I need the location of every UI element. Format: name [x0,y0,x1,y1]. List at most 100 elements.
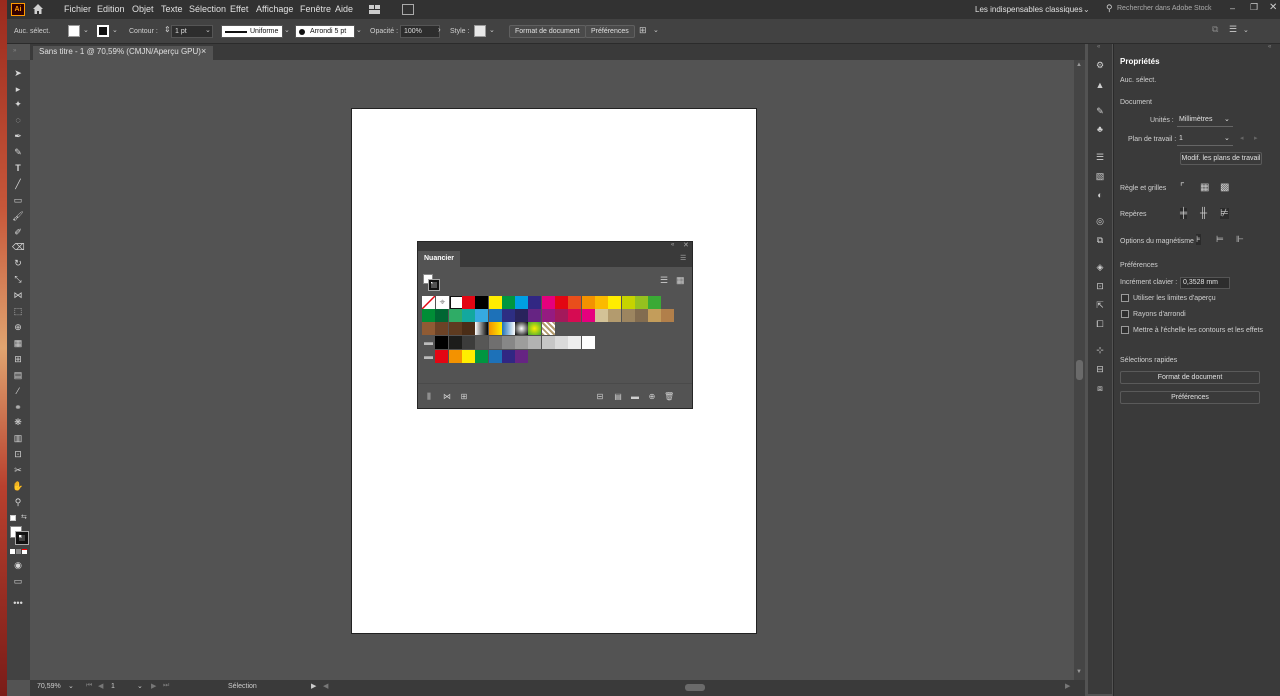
swatch-color[interactable] [568,309,582,322]
swatch-color[interactable] [448,309,462,322]
swatch-gradient[interactable] [501,322,515,335]
stroke-swatch[interactable] [97,25,109,37]
swatch-color[interactable] [555,296,568,309]
swatch-color[interactable] [475,296,489,309]
thumbnail-view-icon[interactable]: ▦ [676,275,685,286]
opacity-field[interactable]: 100% [400,25,440,38]
symbols-panel-icon[interactable]: ♣ [1094,124,1106,135]
swatch-color[interactable] [621,309,635,322]
workspace-switcher[interactable]: Les indispensables classiques [975,5,1083,14]
show-swatch-kinds-icon[interactable]: ⋈ [442,392,452,402]
slice-tool-icon[interactable]: ✂ [12,465,24,476]
transparency-grid-icon[interactable]: ▩ [1220,182,1229,193]
layers-panel-icon[interactable]: ◈ [1094,262,1106,273]
dock-collapse-icon[interactable]: « [1097,44,1100,50]
swatch-color[interactable] [488,309,502,322]
align-panel-icon[interactable]: ⊞ [639,25,647,36]
swatch-color[interactable] [621,296,635,309]
prev-artboard-arrow-icon[interactable]: ◂ [1240,134,1244,142]
swatch-gray[interactable] [435,336,449,349]
swatch-libraries-icon[interactable]: ⫼ [424,392,434,402]
transform-panel-icon[interactable]: ⊹ [1094,345,1106,356]
hand-tool-icon[interactable]: ✋ [12,481,24,492]
stroke-chevron-icon[interactable]: ⌄ [112,26,118,34]
status-menu-icon[interactable]: ▶ [311,682,316,690]
swatch-color[interactable] [634,296,648,309]
rotate-tool-icon[interactable]: ↻ [12,258,24,269]
swatch-color[interactable] [435,322,449,335]
snap-to-grid-icon[interactable]: ⊨ [1216,234,1224,245]
swatch-color[interactable] [608,309,622,322]
maximize-icon[interactable]: ❐ [1250,2,1258,13]
scroll-down-icon[interactable]: ▼ [1076,669,1082,675]
preview-bounds-checkbox[interactable] [1121,294,1129,302]
props-collapse-icon[interactable]: « [1268,44,1271,50]
swatch-color[interactable] [422,309,435,322]
brushes-panel-icon[interactable]: ✎ [1094,106,1106,117]
swatch-color[interactable] [515,296,529,309]
swatch-gray[interactable] [501,336,515,349]
hscroll-right-icon[interactable]: ▶ [1065,682,1070,690]
column-graph-tool-icon[interactable]: ▥ [12,433,24,444]
menu-edition[interactable]: Edition [97,4,125,14]
menu-objet[interactable]: Objet [132,4,154,14]
swatch-color[interactable] [541,296,555,309]
swatch-bright[interactable] [515,350,529,363]
opacity-arrow-icon[interactable]: › [438,25,441,34]
horizontal-scroll-thumb[interactable] [685,684,705,691]
rectangle-tool-icon[interactable]: ▭ [12,195,24,206]
menu-texte[interactable]: Texte [161,4,183,14]
swatch-none[interactable] [421,295,436,310]
swatch-color[interactable] [661,309,675,322]
zoom-tool-icon[interactable]: ⚲ [12,497,24,508]
swatch-gradient[interactable] [475,322,489,335]
snap-to-pixel-icon[interactable]: ⊩ [1236,234,1244,245]
menu-selection[interactable]: Sélection [189,4,226,14]
graphic-styles-panel-icon[interactable]: ⧉ [1094,235,1106,246]
next-artboard-arrow-icon[interactable]: ▸ [1254,134,1258,142]
default-colors-icon[interactable] [10,515,16,521]
swatch-gradient[interactable] [488,322,502,335]
rounded-corners-checkbox[interactable] [1121,310,1129,318]
swatch-color[interactable] [515,309,529,322]
fill-chevron-icon[interactable]: ⌄ [83,26,89,34]
swatch-gray[interactable] [475,336,489,349]
swatch-gray[interactable] [541,336,555,349]
paintbrush-tool-icon[interactable]: 🖌 [12,211,24,222]
draw-mode-icon[interactable]: ◉ [12,560,24,571]
fill-swatch[interactable] [68,25,80,37]
rulers-icon[interactable]: ⌜ [1180,182,1185,193]
none-mode-icon[interactable] [22,549,27,554]
swatches-menu-icon[interactable]: ☰ [680,254,686,262]
export-panel-icon[interactable]: ⇱ [1094,300,1106,311]
swatches-panel-titlebar[interactable]: « ✕ [418,242,692,251]
eyedropper-tool-icon[interactable]: ⁄ [12,386,24,397]
swatch-color[interactable] [581,309,595,322]
close-window-icon[interactable]: ✕ [1269,2,1277,13]
menu-affichage[interactable]: Affichage [256,4,293,14]
smart-guides-icon[interactable]: ⊭ [1220,208,1229,219]
menu-fenetre[interactable]: Fenêtre [300,4,331,14]
swatch-registration[interactable]: ⌖ [436,296,449,309]
stroke-weight-chevron-icon[interactable]: ⌄ [205,26,211,34]
swatch-gradient[interactable] [528,322,542,335]
swatch-gray[interactable] [528,336,542,349]
blob-brush-tool-icon[interactable]: ✐ [12,227,24,238]
screen-mode-icon[interactable]: ▭ [12,576,24,587]
curvature-tool-icon[interactable]: ✎ [12,147,24,158]
symbol-sprayer-tool-icon[interactable]: ❋ [12,417,24,428]
swatch-gray[interactable] [515,336,529,349]
zoom-chevron-icon[interactable]: ⌄ [68,682,74,690]
list-view-icon[interactable]: ☰ [660,275,668,286]
swatch-color[interactable] [488,296,502,309]
gradient-panel-icon[interactable]: ▧ [1094,171,1106,182]
brights-group-folder-icon[interactable]: ▬ [422,350,435,363]
new-color-group-icon[interactable]: ▬ [630,392,640,402]
swatch-color[interactable] [608,296,622,309]
keyboard-increment-field[interactable]: 0,3528 mm [1180,277,1230,289]
swatch-gray[interactable] [581,336,595,349]
add-to-library-icon[interactable]: ▤ [613,392,623,402]
color-mode-icon[interactable] [10,549,15,554]
scroll-thumb[interactable] [1076,360,1083,380]
scroll-up-icon[interactable]: ▲ [1076,62,1082,68]
